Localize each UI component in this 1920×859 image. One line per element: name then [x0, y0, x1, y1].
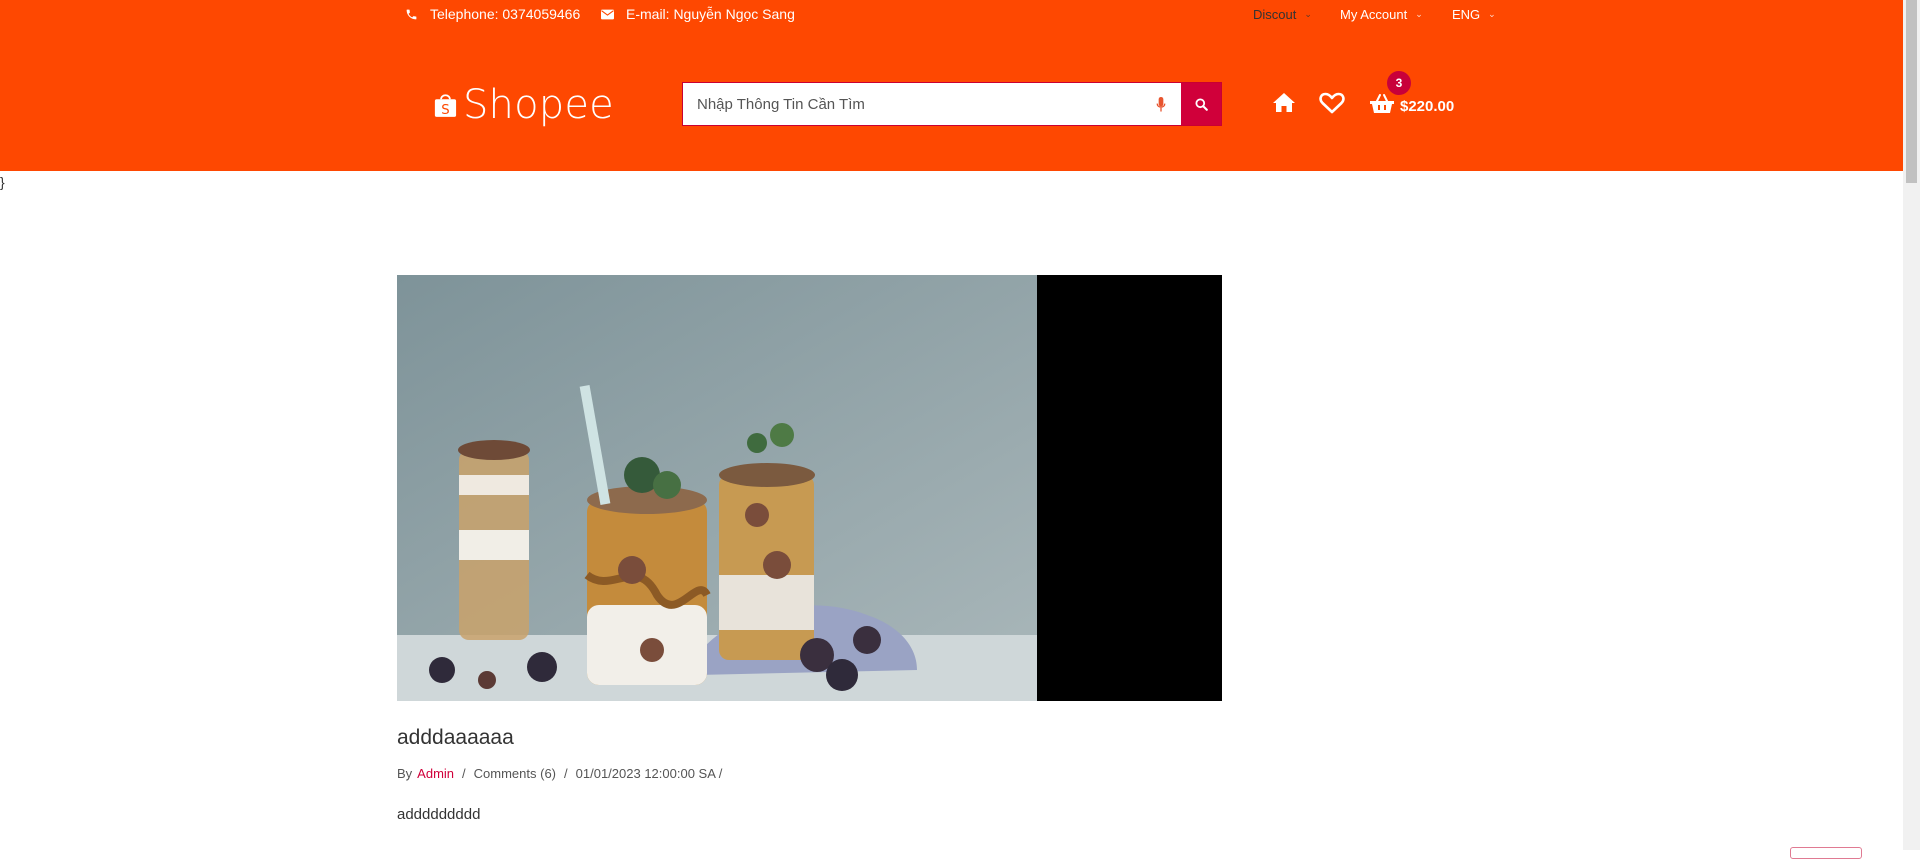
wishlist-button[interactable]: [1319, 92, 1345, 119]
post-title[interactable]: adddaaaaaa: [397, 726, 514, 750]
my-account-label: My Account: [1340, 6, 1408, 22]
shopee-logo[interactable]: S Shopee: [434, 74, 614, 136]
cart-count-badge: 3: [1387, 71, 1411, 95]
voice-search-button[interactable]: [1141, 83, 1181, 125]
by-label: By: [397, 766, 413, 781]
vertical-scrollbar[interactable]: [1903, 0, 1920, 850]
cart-total[interactable]: $220.00: [1400, 98, 1454, 115]
home-icon: [1273, 93, 1295, 112]
smoothie-photo-illustration: [397, 275, 1037, 701]
meta-separator: /: [462, 766, 466, 781]
discount-label: Discout: [1253, 6, 1297, 22]
search-icon: [1194, 97, 1208, 111]
post-featured-image: [397, 275, 1222, 701]
microphone-icon: [1156, 96, 1166, 112]
basket-icon: [1370, 94, 1394, 113]
post-author-link[interactable]: Admin: [417, 766, 454, 781]
post-date: 01/01/2023 12:00:00 SA /: [575, 766, 723, 781]
search-button[interactable]: [1181, 83, 1221, 125]
email-contact[interactable]: E-mail: Nguyễn Ngọc Sang: [601, 6, 795, 22]
post-photo: [397, 275, 1037, 701]
shopping-bag-logo-icon: S: [434, 94, 457, 118]
my-account-dropdown[interactable]: My Account ⌄: [1340, 6, 1423, 22]
discount-dropdown[interactable]: Discout ⌄: [1253, 6, 1312, 22]
meta-separator: /: [564, 766, 568, 781]
envelope-icon: [601, 9, 614, 19]
chevron-down-icon: ⌄: [1415, 8, 1423, 19]
telephone-contact[interactable]: Telephone: 0374059466: [405, 6, 580, 22]
email-text: E-mail: Nguyễn Ngọc Sang: [626, 6, 795, 22]
scrollbar-thumb[interactable]: [1906, 0, 1917, 183]
language-dropdown[interactable]: ENG ⌄: [1452, 6, 1496, 22]
stray-text: }: [0, 174, 5, 190]
cart-button[interactable]: [1370, 94, 1394, 119]
post-meta: By Admin / Comments (6) / 01/01/2023 12:…: [397, 766, 722, 781]
logo-letter: S: [441, 103, 449, 118]
logo-text: Shopee: [462, 82, 614, 128]
language-label: ENG: [1452, 6, 1481, 22]
chevron-down-icon: ⌄: [1488, 8, 1496, 19]
post-comments-link[interactable]: Comments (6): [474, 766, 556, 781]
phone-icon: [406, 9, 417, 19]
chevron-down-icon: ⌄: [1304, 8, 1312, 19]
site-header: Telephone: 0374059466 E-mail: Nguyễn Ngọ…: [0, 0, 1903, 171]
home-button[interactable]: [1272, 92, 1296, 118]
heart-icon: [1319, 92, 1345, 114]
search-bar: [682, 82, 1222, 126]
partial-button[interactable]: [1790, 847, 1862, 859]
search-input[interactable]: [683, 83, 1141, 125]
post-body-text: addddddddd: [397, 806, 481, 823]
telephone-text: Telephone: 0374059466: [430, 6, 581, 22]
